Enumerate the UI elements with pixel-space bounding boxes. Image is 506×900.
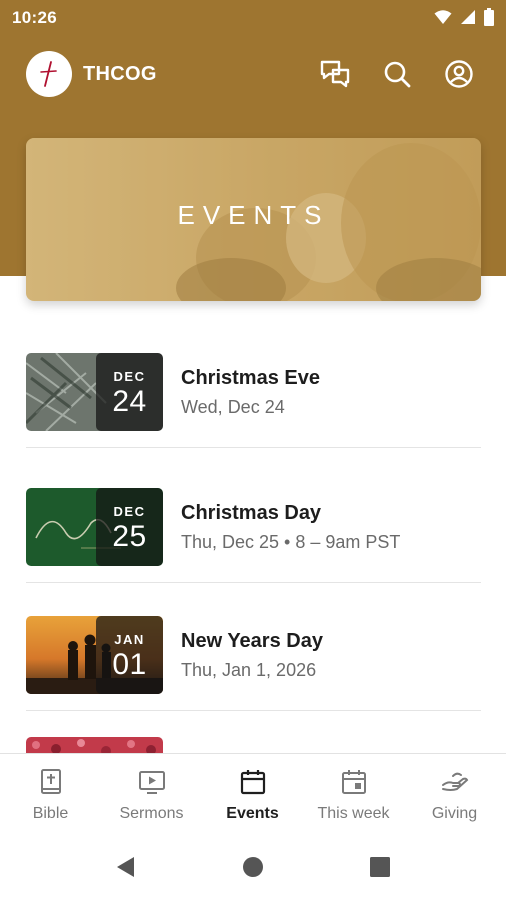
nav-item-sermons[interactable]: Sermons xyxy=(101,754,202,834)
app-title: THCOG xyxy=(83,63,157,85)
nav-label: Sermons xyxy=(119,805,184,822)
date-month: JAN xyxy=(114,632,145,647)
sermons-icon xyxy=(138,771,165,794)
cross-logo-icon xyxy=(40,61,57,87)
church-logo[interactable] xyxy=(26,51,72,97)
account-icon xyxy=(445,60,473,88)
date-day: 01 xyxy=(112,648,147,681)
date-day: 24 xyxy=(112,385,147,418)
nav-label: This week xyxy=(317,805,390,822)
nav-label: Events xyxy=(226,805,279,822)
back-icon[interactable] xyxy=(112,853,140,881)
event-title: Christmas Eve xyxy=(181,367,320,389)
event-date: Thu, Jan 1, 2026 xyxy=(181,660,317,680)
status-bar: 10:26 xyxy=(0,0,506,36)
chat-icon xyxy=(320,60,350,88)
chat-button[interactable] xyxy=(318,57,352,91)
signal-icon xyxy=(461,10,475,24)
nav-label: Giving xyxy=(431,805,478,822)
divider xyxy=(26,447,481,448)
nav-item-giving[interactable]: Giving xyxy=(404,754,505,834)
event-date: Wed, Dec 24 xyxy=(181,397,285,417)
nav-item-bible[interactable]: Bible xyxy=(0,754,101,834)
status-time: 10:26 xyxy=(12,8,57,27)
event-title: Christmas Day xyxy=(181,502,322,524)
home-icon[interactable] xyxy=(239,853,267,881)
event-thumbnail: DEC 25 xyxy=(26,488,163,566)
this-week-calendar-icon xyxy=(341,770,366,794)
system-navigation-bar xyxy=(0,833,506,900)
bottom-navigation: Bible Sermons Events This week Giving xyxy=(0,753,506,834)
status-icons xyxy=(434,8,494,26)
date-badge: DEC 24 xyxy=(96,353,163,431)
event-thumbnail: JAN 01 xyxy=(26,616,163,694)
bible-icon xyxy=(40,769,61,794)
giving-hand-icon xyxy=(441,772,468,791)
divider xyxy=(26,710,481,711)
event-row[interactable]: DEC 25 Christmas Day Thu, Dec 25 • 8 – 9… xyxy=(26,455,481,583)
events-hero-banner: EVENTS xyxy=(26,138,481,301)
event-row[interactable]: DEC 24 Christmas Eve Wed, Dec 24 xyxy=(26,320,481,448)
event-date: Thu, Dec 25 • 8 – 9am PST xyxy=(181,532,401,552)
date-badge: JAN 01 xyxy=(96,616,163,694)
search-icon xyxy=(384,61,411,88)
search-button[interactable] xyxy=(380,57,414,91)
event-row[interactable]: JAN 01 New Years Day Thu, Jan 1, 2026 xyxy=(26,583,481,711)
nav-item-events[interactable]: Events xyxy=(202,754,303,834)
hero-title: EVENTS xyxy=(177,200,330,230)
account-button[interactable] xyxy=(442,57,476,91)
date-day: 25 xyxy=(112,520,147,553)
app-bar: THCOG xyxy=(0,48,506,100)
event-thumbnail: DEC 24 xyxy=(26,353,163,431)
date-month: DEC xyxy=(113,504,146,519)
nav-label: Bible xyxy=(32,805,69,822)
date-month: DEC xyxy=(113,369,146,384)
event-title: New Years Day xyxy=(181,630,323,652)
nav-item-this-week[interactable]: This week xyxy=(303,754,404,834)
battery-icon xyxy=(484,8,494,26)
date-badge: DEC 25 xyxy=(96,488,163,566)
wifi-icon xyxy=(434,10,452,24)
recents-icon[interactable] xyxy=(366,853,394,881)
events-calendar-icon xyxy=(240,770,265,795)
